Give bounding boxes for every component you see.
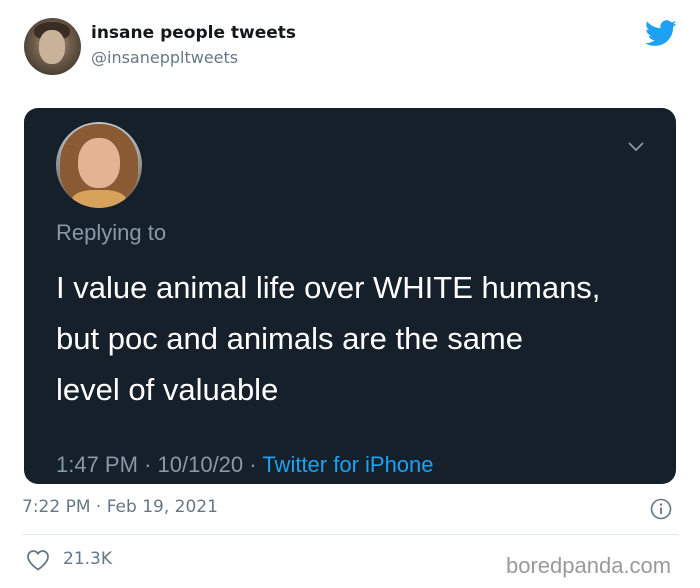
replying-to-label: Replying to — [56, 220, 167, 245]
author-display-name[interactable]: insane people tweets — [91, 23, 296, 43]
like-count[interactable]: 21.3K — [63, 549, 112, 569]
reply-author-avatar — [56, 122, 142, 208]
avatar-face — [78, 138, 120, 188]
chevron-down-icon — [628, 142, 644, 152]
info-icon[interactable] — [650, 498, 672, 520]
quoted-tweet-date: 10/10/20 — [157, 452, 244, 477]
divider — [22, 534, 678, 535]
quoted-tweet-source: Twitter for iPhone — [262, 452, 434, 477]
twitter-bird-icon[interactable] — [645, 20, 677, 47]
author-avatar[interactable] — [24, 18, 81, 75]
avatar-face — [39, 30, 65, 64]
watermark: boredpanda.com — [506, 553, 672, 578]
avatar-shirt — [72, 190, 126, 208]
meta-separator: · — [144, 452, 152, 477]
tweet-timestamp[interactable]: 7:22 PM · Feb 19, 2021 — [22, 497, 218, 517]
quoted-tweet-screenshot: Replying to I value animal life over WHI… — [24, 108, 676, 484]
quoted-tweet-time: 1:47 PM — [56, 452, 138, 477]
author-handle[interactable]: @insanepp​ltweets — [91, 48, 238, 67]
meta-separator: · — [249, 452, 257, 477]
quoted-tweet-text: I value animal life over WHITE humans, b… — [56, 270, 601, 407]
quoted-tweet-meta: 1:47 PM · 10/10/20 · Twitter for iPhone — [56, 452, 434, 478]
heart-icon[interactable] — [26, 549, 50, 571]
